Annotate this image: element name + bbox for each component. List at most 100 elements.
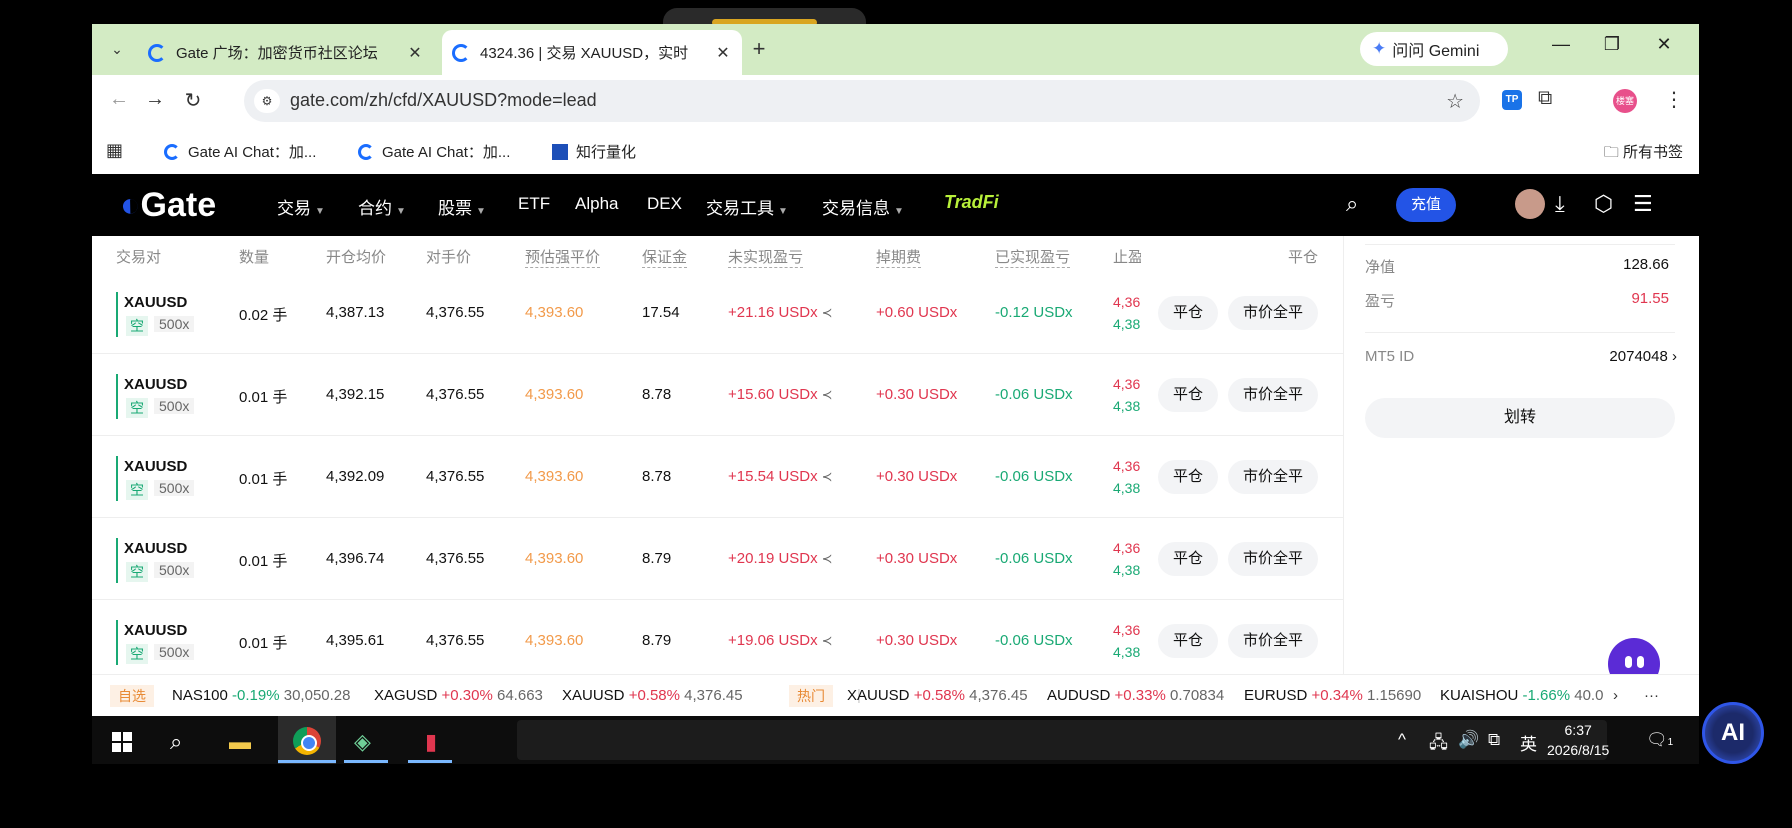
menu-futures[interactable]: 合约 ▼ [358,194,406,219]
watchlist-tag[interactable]: 自选 [110,685,154,707]
col-liq-price[interactable]: 预估强平价 [525,246,601,268]
ticker-item[interactable]: KUAISHOU -1.66% 40.0 [1440,687,1622,704]
tradfi-link[interactable]: TradFi [944,192,999,213]
stop-loss-cell[interactable]: 4,38 [1113,398,1141,414]
hamburger-menu-icon[interactable]: ☰ [1633,191,1653,217]
browser-menu-icon[interactable]: ⋮ [1664,87,1684,112]
market-close-all-button[interactable]: 市价全平 [1228,624,1318,658]
menu-trade-info[interactable]: 交易信息 ▼ [822,194,904,219]
gate-logo[interactable]: ◐Gate [120,186,216,225]
share-icon[interactable]: ≺ [822,469,833,484]
download-icon[interactable]: ⤓ [1555,191,1565,217]
market-close-all-button[interactable]: 市价全平 [1228,296,1318,330]
symbol-cell[interactable]: XAUUSD [124,540,187,557]
col-margin[interactable]: 保证金 [642,246,688,268]
more-icon[interactable]: ··· [1644,687,1659,704]
close-position-button[interactable]: 平仓 [1158,460,1218,494]
search-icon[interactable]: ⌕ [170,729,182,755]
tab-close-icon[interactable]: ✕ [406,43,424,63]
reload-icon[interactable]: ↻ [180,88,206,113]
stop-loss-cell[interactable]: 4,38 [1113,644,1141,660]
ai-assistant-button[interactable]: AI [1702,702,1764,764]
network-icon[interactable]: 🖧 [1429,730,1448,759]
col-unrealized-pnl[interactable]: 未实现盈亏 [728,246,804,268]
url-text[interactable]: gate.com/zh/cfd/XAUUSD?mode=lead [290,90,597,111]
notification-icon[interactable]: 🗨1 [1646,730,1673,750]
col-realized-pnl[interactable]: 已实现盈亏 [995,246,1071,268]
tp-extension-icon[interactable]: TP [1502,90,1522,110]
market-close-all-button[interactable]: 市价全平 [1228,460,1318,494]
symbol-cell[interactable]: XAUUSD [124,376,187,393]
market-close-all-button[interactable]: 市价全平 [1228,378,1318,412]
col-swap[interactable]: 掉期费 [876,246,922,268]
bookmark-gate-ai-chat-2[interactable]: Gate AI Chat：加... [358,141,510,162]
red-app-icon[interactable]: ▮ [425,729,437,755]
stop-loss-cell[interactable]: 4,38 [1113,562,1141,578]
take-profit-cell[interactable]: 4,36 [1113,540,1141,556]
deposit-button[interactable]: 充值 [1396,188,1456,222]
stop-loss-cell[interactable]: 4,38 [1113,316,1141,332]
take-profit-cell[interactable]: 4,36 [1113,458,1141,474]
volume-icon[interactable]: 🔊 [1458,730,1479,750]
tab-close-icon[interactable]: ✕ [714,43,732,63]
bookmark-gate-ai-chat-1[interactable]: Gate AI Chat：加... [164,141,316,162]
chevron-right-icon[interactable]: › [1613,687,1618,704]
minimize-icon[interactable]: — [1546,34,1576,55]
close-window-icon[interactable]: ✕ [1649,34,1679,55]
share-icon[interactable]: ≺ [822,633,833,648]
menu-etf[interactable]: ETF [518,194,550,214]
symbol-cell[interactable]: XAUUSD [124,622,187,639]
restore-icon[interactable]: ❐ [1597,34,1627,55]
menu-trade-tools[interactable]: 交易工具 ▼ [706,194,788,219]
screenshot-tool-icon[interactable]: ⧉ [1488,730,1500,750]
ticker-item[interactable]: AUDUSD +0.33% 0.70834 [1047,687,1224,704]
tab-gate-square[interactable]: Gate 广场：加密货币社区论坛 ✕ [138,30,434,75]
new-tab-button[interactable]: + [746,36,772,62]
close-position-button[interactable]: 平仓 [1158,296,1218,330]
tab-xauusd[interactable]: 4324.36 | 交易 XAUUSD，实时 ✕ [442,30,742,75]
menu-alpha[interactable]: Alpha [575,194,618,214]
back-arrow-icon[interactable]: ← [106,88,132,111]
extensions-puzzle-icon[interactable]: ⧉ [1538,87,1552,110]
stop-loss-cell[interactable]: 4,38 [1113,480,1141,496]
menu-dex[interactable]: DEX [647,194,682,214]
symbol-cell[interactable]: XAUUSD [124,294,187,311]
ticker-item[interactable]: XAGUSD +0.30% 64.663 [374,687,543,704]
forward-arrow-icon[interactable]: → [142,88,168,111]
take-profit-cell[interactable]: 4,36 [1113,376,1141,392]
share-icon[interactable]: ≺ [822,387,833,402]
market-close-all-button[interactable]: 市价全平 [1228,542,1318,576]
take-profit-cell[interactable]: 4,36 [1113,294,1141,310]
close-position-button[interactable]: 平仓 [1158,542,1218,576]
all-bookmarks-button[interactable]: 🗀 所有书签 [1604,141,1683,167]
menu-trade[interactable]: 交易 ▼ [277,194,325,219]
ticker-item[interactable]: NAS100 -0.19% 30,050.28 [172,687,350,704]
search-icon[interactable]: ⌕ [1346,191,1358,217]
site-info-icon[interactable]: ⚙ [254,89,280,113]
user-avatar[interactable] [1515,189,1545,219]
metatrader-icon[interactable]: ◈ [354,729,371,755]
apps-grid-icon[interactable]: ▦ [106,140,123,161]
windows-start-icon[interactable] [112,732,132,752]
transfer-button[interactable]: 划转 [1365,398,1675,438]
bookmark-star-icon[interactable]: ☆ [1446,89,1464,114]
take-profit-cell[interactable]: 4,36 [1113,622,1141,638]
close-position-button[interactable]: 平仓 [1158,624,1218,658]
bookmark-zhixing[interactable]: 知行量化 [552,141,636,162]
ticker-item[interactable]: EURUSD +0.34% 1.15690 [1244,687,1421,704]
ask-gemini-button[interactable]: ✦ 问问 Gemini [1360,32,1508,66]
ime-indicator[interactable]: 英 [1520,730,1537,755]
close-position-button[interactable]: 平仓 [1158,378,1218,412]
clock[interactable]: 6:37 2026/8/15 [1547,720,1609,760]
chrome-icon[interactable] [293,727,321,755]
settings-hexagon-icon[interactable]: ⬡ [1594,191,1613,217]
ticker-item[interactable]: XAUUSD +0.58% 4,376.45 [562,687,743,704]
file-explorer-icon[interactable]: ▬ [229,729,251,755]
share-icon[interactable]: ≺ [822,551,833,566]
tray-chevron-up-icon[interactable]: ^ [1398,730,1406,750]
profile-avatar[interactable]: 楼塞 [1613,89,1637,113]
hot-tag[interactable]: 热门 [789,685,833,707]
address-bar[interactable]: ⚙ gate.com/zh/cfd/XAUUSD?mode=lead ☆ [244,80,1480,122]
ticker-item[interactable]: XAUUSD +0.58% 4,376.45 [847,687,1028,704]
mt5-id-link[interactable]: 2074048 › [1609,348,1677,365]
